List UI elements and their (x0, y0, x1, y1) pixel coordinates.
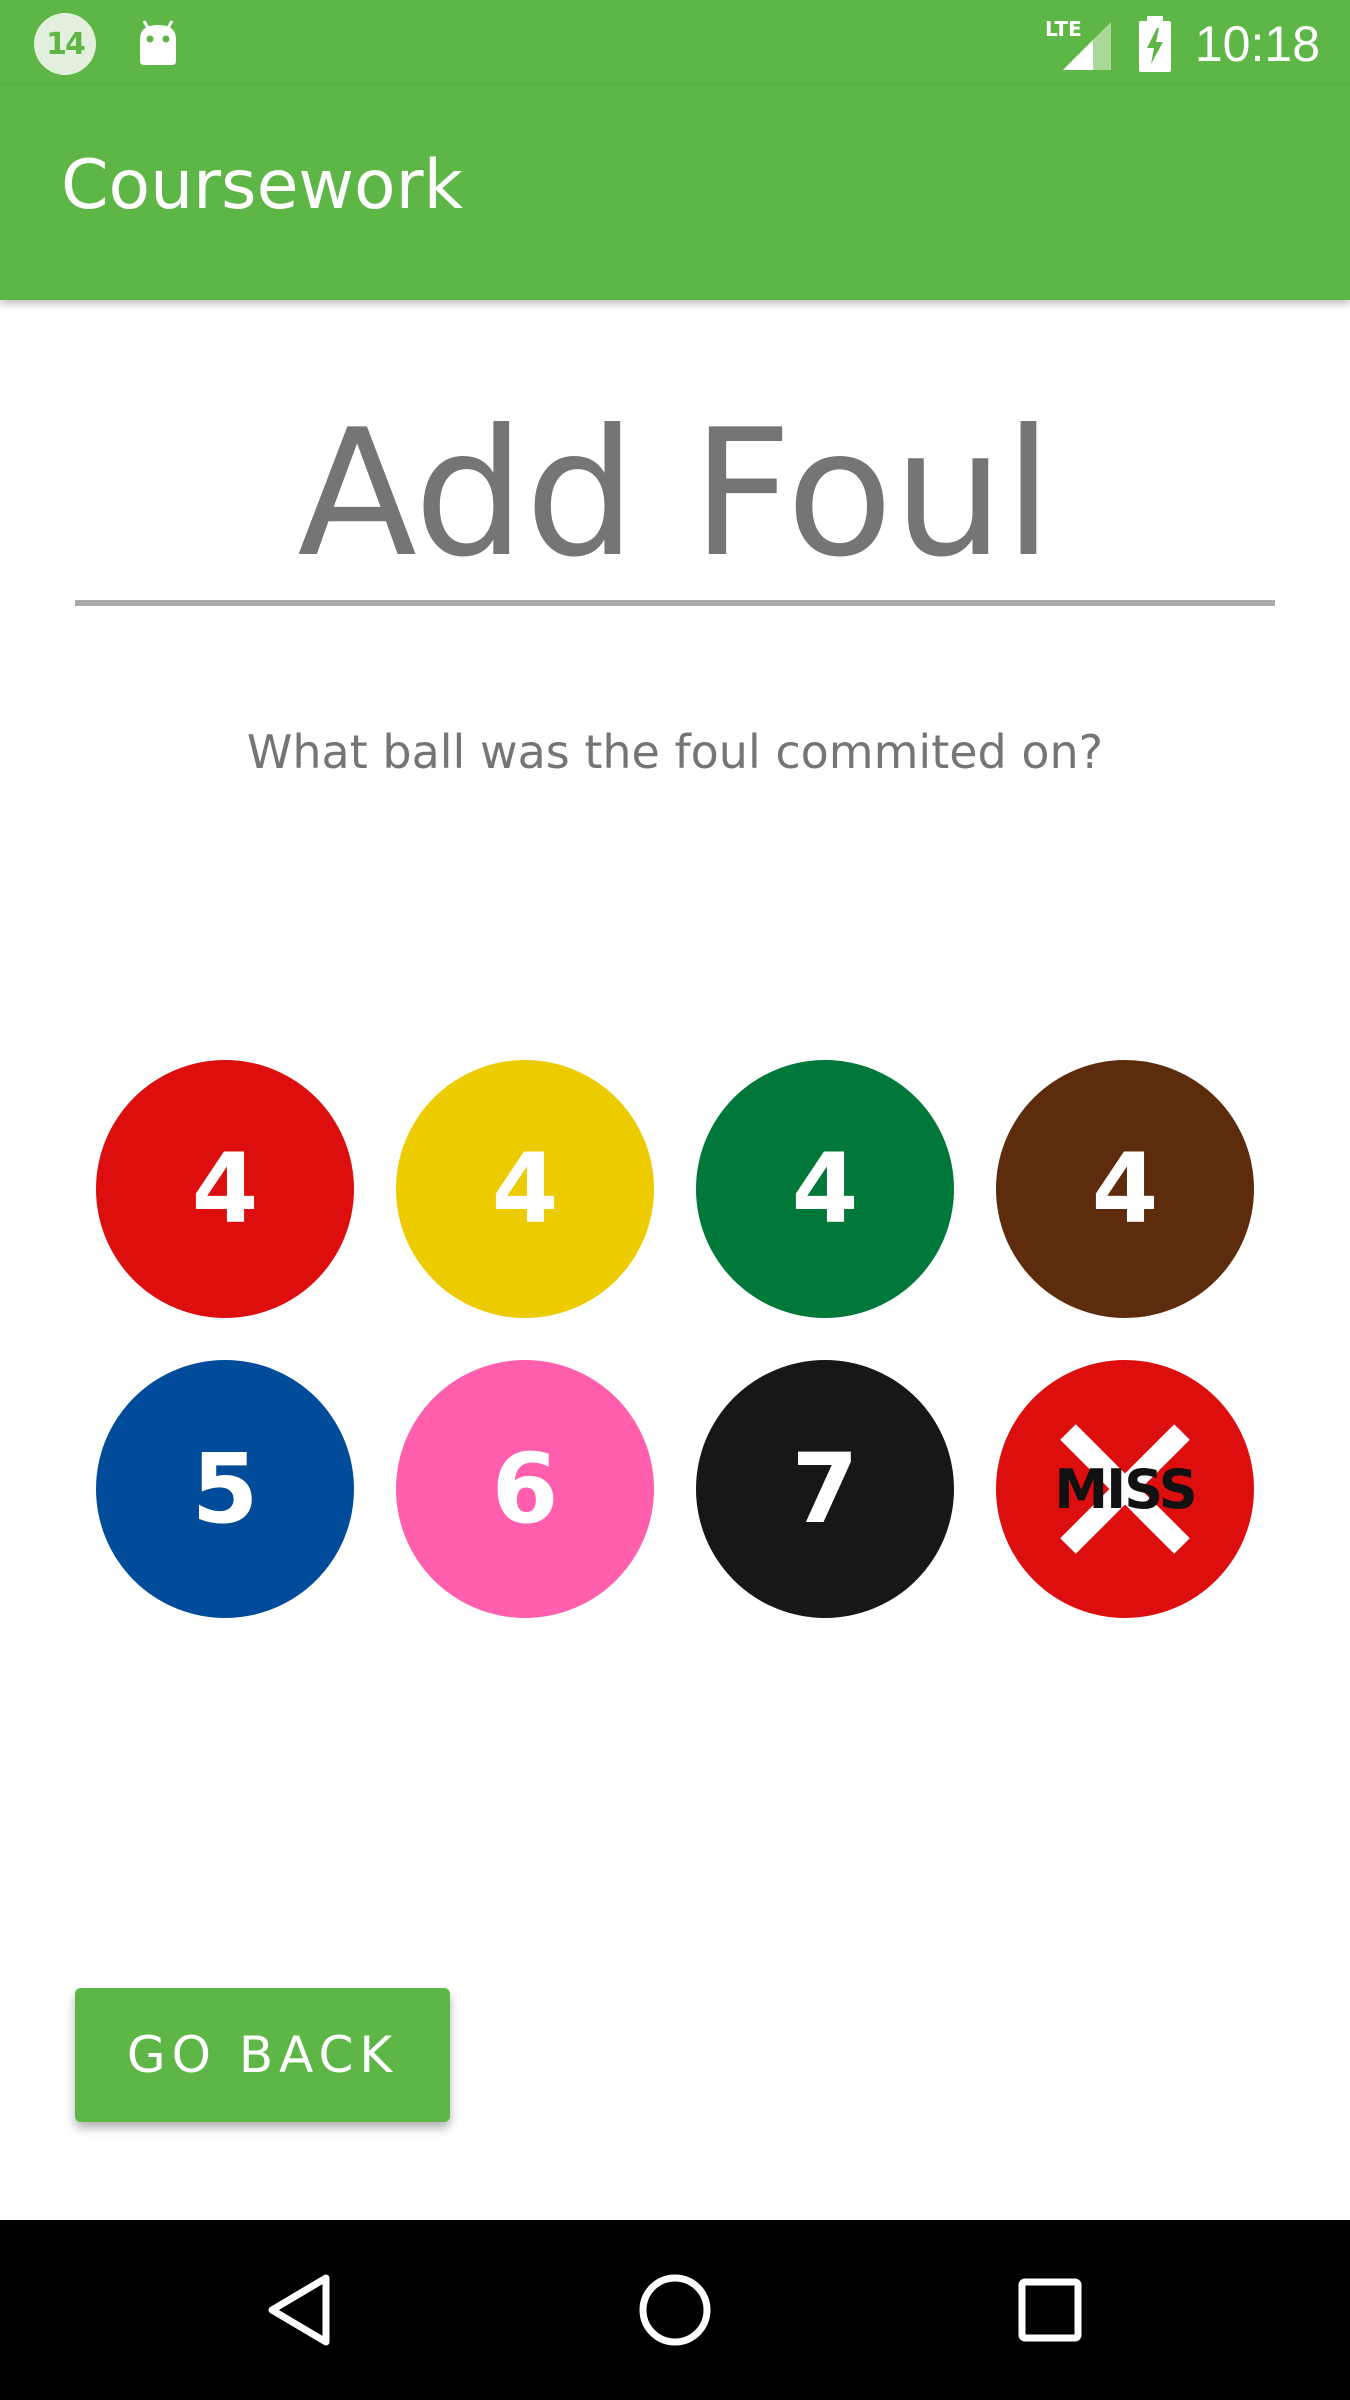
foul-question: What ball was the foul commited on? (246, 725, 1104, 779)
status-bar: 14 LTE 10:18 (0, 0, 1350, 86)
pink-ball-button[interactable]: 6 (396, 1360, 654, 1618)
ball-value: 4 (1091, 1133, 1159, 1245)
system-nav-bar (0, 2220, 1350, 2400)
ball-value: 4 (491, 1133, 559, 1245)
ball-value: 5 (191, 1433, 259, 1545)
yellow-ball-button[interactable]: 4 (396, 1060, 654, 1318)
ball-value: 4 (791, 1133, 859, 1245)
home-icon[interactable] (635, 2270, 715, 2350)
recents-icon[interactable] (1010, 2270, 1090, 2350)
status-right: LTE 10:18 (1043, 14, 1320, 74)
status-clock: 10:18 (1194, 16, 1320, 72)
red-ball-button[interactable]: 4 (96, 1060, 354, 1318)
app-bar: Coursework (0, 86, 1350, 300)
brown-ball-button[interactable]: 4 (996, 1060, 1254, 1318)
black-ball-button[interactable]: 7 (696, 1360, 954, 1618)
page-title: Add Foul (297, 393, 1053, 596)
miss-label: MISS (1054, 1457, 1197, 1521)
miss-ball-button[interactable]: MISS (996, 1360, 1254, 1618)
go-back-button[interactable]: GO BACK (75, 1988, 450, 2122)
ball-value: 7 (791, 1433, 859, 1545)
ball-value: 6 (491, 1433, 559, 1545)
app-title: Coursework (61, 146, 463, 225)
back-icon[interactable] (260, 2270, 340, 2350)
svg-text:LTE: LTE (1045, 17, 1082, 41)
heading-divider (75, 600, 1275, 606)
ball-value: 4 (191, 1133, 259, 1245)
blue-ball-button[interactable]: 5 (96, 1360, 354, 1618)
status-left: 14 (34, 13, 182, 75)
battery-charging-icon (1138, 16, 1171, 72)
green-ball-button[interactable]: 4 (696, 1060, 954, 1318)
android-icon (140, 20, 176, 65)
lte-signal-icon: LTE (1045, 17, 1111, 70)
notification-badge-icon: 14 (34, 13, 96, 75)
